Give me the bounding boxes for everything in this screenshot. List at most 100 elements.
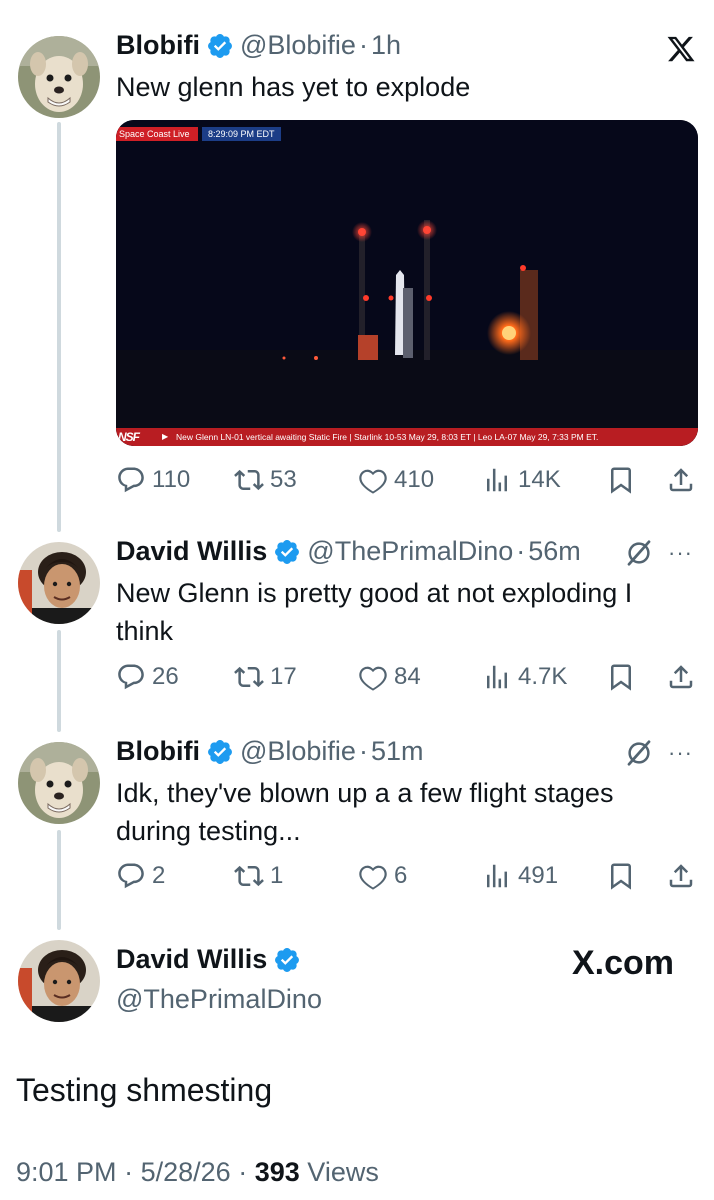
reply-icon <box>118 664 144 690</box>
views-label: Views <box>307 1157 379 1187</box>
views-icon <box>487 864 507 888</box>
thread-line <box>57 830 61 930</box>
author-name[interactable]: Blobifi <box>116 30 200 61</box>
reply-button[interactable]: 2 <box>116 856 165 896</box>
repost-button[interactable]: 53 <box>234 460 297 500</box>
separator: · <box>358 30 368 60</box>
bookmark-icon <box>611 863 631 890</box>
main-tweet-text: Testing shmesting <box>16 1072 273 1108</box>
views-count: 14K <box>518 466 561 493</box>
views-count: 4.7K <box>518 663 568 690</box>
ticker-arrow-icon: ▶ <box>162 432 169 441</box>
launchpad-image <box>116 120 698 446</box>
views-button[interactable]: 14K <box>482 460 561 500</box>
verified-badge-icon <box>208 739 232 764</box>
bookmark-button[interactable] <box>606 657 636 697</box>
tweet-header: Blobifi @Blobifie · 51m <box>116 736 423 767</box>
tweet-time[interactable]: 9:01 PM <box>16 1157 117 1187</box>
share-button[interactable] <box>666 657 696 697</box>
reply-count: 110 <box>152 466 191 493</box>
like-count: 410 <box>394 466 435 493</box>
bookmark-button[interactable] <box>606 856 636 896</box>
xcom-brand: X.com <box>572 944 674 983</box>
tweet-time[interactable]: 51m <box>371 736 424 767</box>
views-icon <box>487 665 507 689</box>
verified-badge-icon <box>275 947 300 972</box>
views-count: 491 <box>518 862 559 889</box>
repost-icon <box>234 666 264 688</box>
author-handle[interactable]: @ThePrimalDino <box>116 984 322 1015</box>
tweet-actions: 26 17 84 4.7K <box>116 657 698 697</box>
views-button[interactable]: 4.7K <box>482 657 567 697</box>
repost-button[interactable]: 1 <box>234 856 283 896</box>
like-button[interactable]: 84 <box>358 657 421 697</box>
main-author: David Willis <box>116 944 307 975</box>
grok-icon[interactable] <box>624 538 654 568</box>
like-count: 6 <box>394 862 408 889</box>
reply-count: 2 <box>152 862 166 889</box>
share-icon <box>669 864 693 888</box>
like-button[interactable]: 410 <box>358 460 434 500</box>
bookmark-button[interactable] <box>606 460 636 500</box>
thread-line <box>57 630 61 732</box>
xcom-label: X.com <box>572 944 675 982</box>
views-button[interactable]: 491 <box>482 856 558 896</box>
tweet-time[interactable]: 56m <box>528 536 581 567</box>
ticker-text: New Glenn LN-01 vertical awaiting Static… <box>176 432 599 442</box>
author-handle[interactable]: @ThePrimalDino <box>307 536 513 567</box>
reply-button[interactable]: 26 <box>116 657 179 697</box>
tweet-meta: 9:01 PM · 5/28/26 · 393 Views <box>16 1157 379 1188</box>
like-count: 84 <box>394 663 421 690</box>
repost-icon <box>234 469 264 491</box>
news-ticker: NSF ▶ New Glenn LN-01 vertical awaiting … <box>116 428 698 446</box>
share-button[interactable] <box>666 460 696 500</box>
avatar[interactable] <box>18 742 100 824</box>
live-tag: Space Coast Live <box>116 127 198 141</box>
repost-count: 17 <box>270 663 297 690</box>
repost-count: 1 <box>270 862 284 889</box>
bookmark-icon <box>611 664 631 691</box>
views-count: 393 <box>254 1157 300 1187</box>
avatar[interactable] <box>18 36 100 118</box>
reply-icon <box>118 863 144 889</box>
verified-badge-icon <box>275 539 300 564</box>
tweet-time[interactable]: 1h <box>371 30 401 61</box>
like-button[interactable]: 6 <box>358 856 407 896</box>
grok-icon[interactable] <box>624 738 654 768</box>
author-handle[interactable]: @Blobifie <box>240 736 356 767</box>
views-icon <box>487 468 507 492</box>
author-name[interactable]: Blobifi <box>116 736 200 767</box>
author-name[interactable]: David Willis <box>116 944 267 975</box>
share-icon <box>669 665 693 689</box>
more-icon[interactable]: ··· <box>668 740 693 766</box>
separator: · <box>358 736 368 766</box>
ticker-logo: NSF <box>118 430 140 444</box>
author-handle[interactable]: @Blobifie <box>240 30 356 61</box>
like-icon <box>359 865 387 890</box>
reply-count: 26 <box>152 663 179 690</box>
like-icon <box>359 666 387 691</box>
author-name[interactable]: David Willis <box>116 536 267 567</box>
avatar[interactable] <box>18 542 100 624</box>
like-icon <box>359 469 387 494</box>
repost-button[interactable]: 17 <box>234 657 297 697</box>
separator: · <box>238 1157 248 1187</box>
tweet-header: Blobifi @Blobifie · 1h <box>116 30 401 61</box>
share-icon <box>669 468 693 492</box>
tweet-text: New glenn has yet to explode <box>116 72 471 102</box>
avatar[interactable] <box>18 940 100 1022</box>
tweet-date[interactable]: 5/28/26 <box>141 1157 231 1187</box>
separator: · <box>516 536 526 566</box>
x-logo-icon[interactable] <box>666 34 696 64</box>
tweet-text: Idk, they've blown up a a few flight sta… <box>116 778 614 846</box>
repost-icon <box>234 865 264 887</box>
share-button[interactable] <box>666 856 696 896</box>
separator: · <box>124 1157 134 1187</box>
more-icon[interactable]: ··· <box>668 540 693 566</box>
repost-count: 53 <box>270 466 297 493</box>
tweet-media[interactable]: Space Coast Live 8:29:09 PM EDT NSF ▶ Ne… <box>116 120 698 446</box>
time-tag: 8:29:09 PM EDT <box>202 127 281 141</box>
verified-badge-icon <box>208 33 232 58</box>
tweet-text: New Glenn is pretty good at not explodin… <box>116 578 633 646</box>
reply-button[interactable]: 110 <box>116 460 190 500</box>
